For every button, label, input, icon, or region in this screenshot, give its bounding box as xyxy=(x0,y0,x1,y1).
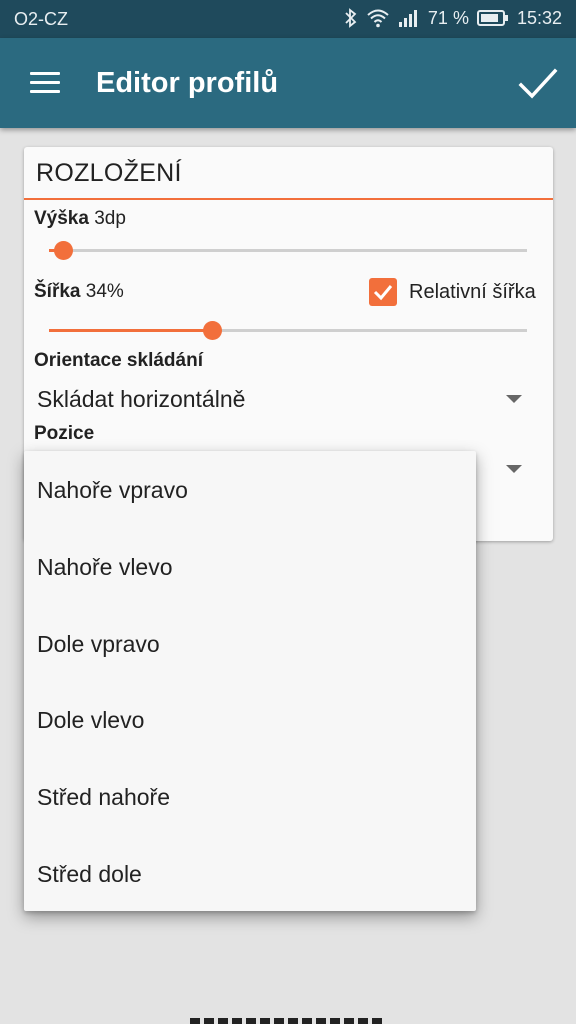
menu-item-label: Střed dole xyxy=(37,861,142,887)
chevron-down-icon[interactable] xyxy=(506,465,522,473)
battery-icon xyxy=(476,9,509,27)
check-icon[interactable] xyxy=(518,64,558,104)
app-bar: Editor profilů xyxy=(0,38,576,128)
width-label-row: Šířka 34% xyxy=(34,281,124,303)
width-slider-thumb[interactable] xyxy=(202,321,222,340)
menu-item-top-left[interactable]: Nahoře vlevo xyxy=(24,528,476,604)
menu-item-center-top[interactable]: Střed nahoře xyxy=(24,758,476,834)
stacking-orientation-label: Orientace skládání xyxy=(34,350,203,371)
hamburger-menu-icon[interactable] xyxy=(30,72,60,94)
menu-item-label: Nahoře vlevo xyxy=(37,554,173,580)
section-title: ROZLOŽENÍ xyxy=(36,159,182,187)
width-slider[interactable] xyxy=(49,321,527,340)
height-slider[interactable] xyxy=(49,241,527,260)
menu-item-label: Dole vlevo xyxy=(37,707,145,733)
clock: 15:32 xyxy=(516,7,562,28)
stacking-orientation-select[interactable]: Skládat horizontálně xyxy=(37,386,245,413)
signal-icon xyxy=(398,8,420,28)
wifi-icon xyxy=(366,8,390,28)
chevron-down-icon[interactable] xyxy=(506,395,522,403)
carrier-name: O2-CZ xyxy=(14,9,68,29)
menu-item-label: Dole vpravo xyxy=(37,631,160,657)
width-value: 34% xyxy=(85,281,124,302)
menu-item-label: Nahoře vpravo xyxy=(37,477,188,503)
battery-percent: 71 % xyxy=(427,7,469,28)
height-value: 3dp xyxy=(94,208,126,229)
menu-item-center-bottom[interactable]: Střed dole xyxy=(24,835,476,911)
position-dropdown-menu: Nahoře vpravo Nahoře vlevo Dole vpravo D… xyxy=(24,451,476,911)
width-label: Šířka xyxy=(34,281,81,302)
menu-item-bottom-right[interactable]: Dole vpravo xyxy=(24,605,476,681)
checkmark-icon xyxy=(373,285,393,301)
relative-width-checkbox[interactable] xyxy=(369,278,397,306)
menu-item-top-right[interactable]: Nahoře vpravo xyxy=(24,451,476,527)
status-bar: O2-CZ 71 % 15:32 xyxy=(0,0,576,38)
menu-item-bottom-left[interactable]: Dole vlevo xyxy=(24,681,476,757)
height-slider-thumb[interactable] xyxy=(54,241,74,260)
section-header: ROZLOŽENÍ xyxy=(24,147,553,200)
height-label: Výška xyxy=(34,208,89,229)
position-label: Pozice xyxy=(34,423,95,444)
bluetooth-icon xyxy=(344,7,358,29)
menu-item-label: Střed nahoře xyxy=(37,784,170,810)
height-label-row: Výška 3dp xyxy=(34,208,126,230)
navigation-hint xyxy=(190,1018,386,1024)
page-title: Editor profilů xyxy=(96,67,279,99)
status-icons: 71 % 15:32 xyxy=(344,7,562,29)
width-slider-fill xyxy=(49,329,212,332)
relative-width-label: Relativní šířka xyxy=(409,281,536,303)
